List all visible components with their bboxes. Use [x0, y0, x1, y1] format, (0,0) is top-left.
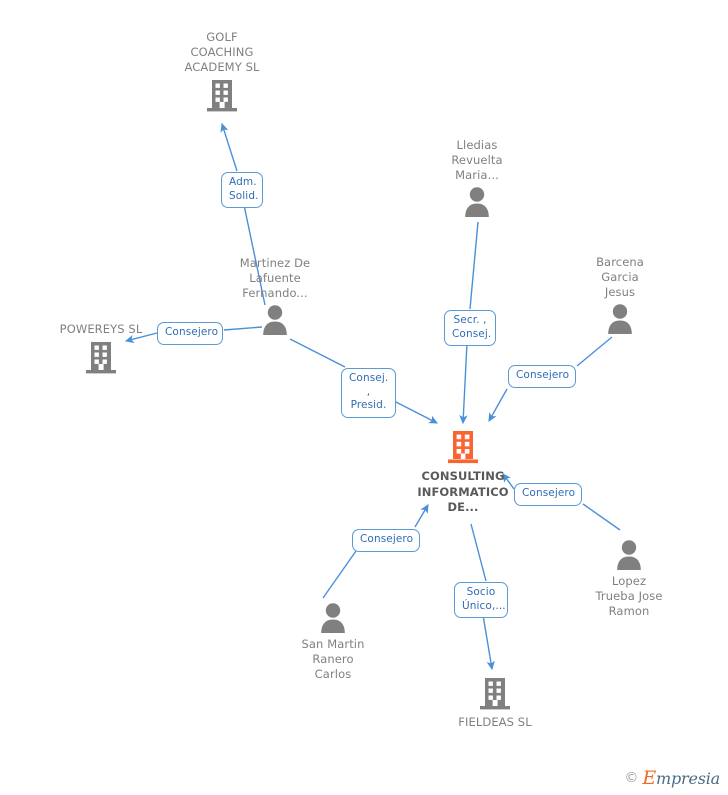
edge-barcena-consejero [576, 336, 613, 367]
relation-chip-consejero-barcena[interactable]: Consejero [508, 365, 576, 388]
brand-rest: mpresia [656, 769, 720, 788]
person-icon [608, 304, 632, 334]
edge-lopez-consejero [582, 503, 621, 531]
node-label: Martinez De Lafuente Fernando... [239, 256, 311, 300]
node-label: San Martin Ranero Carlos [301, 637, 365, 681]
person-icon [617, 540, 641, 570]
building-icon [448, 431, 478, 464]
edge-martinez-consejpresid [289, 338, 346, 368]
relation-chip-consejero-powereys[interactable]: Consejero [157, 322, 223, 345]
node-label: GOLF COACHING ACADEMY SL [184, 30, 260, 74]
edge-sanmartin-consejero [322, 550, 357, 599]
person-icon [465, 187, 489, 217]
edge-sociounico-fieldeas [482, 614, 495, 671]
diagram-canvas: GOLF COACHING ACADEMY SL Lledias Revuelt… [0, 0, 728, 795]
node-san-martin-ranero-carlos[interactable]: San Martin Ranero Carlos [268, 602, 398, 682]
node-powereys-sl[interactable]: POWEREYS SL [36, 322, 166, 376]
node-lledias-revuelta-maria[interactable]: Lledias Revuelta Maria... [412, 138, 542, 218]
node-label: FIELDEAS SL [458, 715, 532, 729]
watermark: © Empresia [624, 767, 720, 789]
node-label: Lledias Revuelta Maria... [451, 138, 503, 182]
person-icon [321, 603, 345, 633]
node-barcena-garcia-jesus[interactable]: Barcena Garcia Jesus [555, 255, 685, 335]
building-icon [86, 342, 116, 374]
building-icon [480, 678, 510, 710]
edge-central-sociounico [470, 523, 487, 582]
relation-chip-consejero-lopez[interactable]: Consejero [514, 483, 582, 506]
node-consulting-informatico-central[interactable]: CONSULTING INFORMATICO DE... [398, 430, 528, 516]
relation-chip-consej-presid[interactable]: Consej. , Presid. [341, 368, 396, 418]
brand-initial: E [642, 767, 656, 789]
edge-consejpresid-central [391, 399, 438, 424]
node-golf-coaching-academy[interactable]: GOLF COACHING ACADEMY SL [157, 30, 287, 114]
edge-secrconsej-central [459, 342, 468, 425]
node-label: CONSULTING INFORMATICO DE... [417, 469, 509, 514]
edge-consejero-central-barcena [488, 388, 508, 422]
node-fieldeas-sl[interactable]: FIELDEAS SL [430, 676, 560, 730]
relation-chip-socio-unico[interactable]: Socio Único,... [454, 582, 508, 618]
relation-chip-consejero-sanmartin[interactable]: Consejero [352, 529, 420, 552]
node-lopez-trueba-jose-ramon[interactable]: Lopez Trueba Jose Ramon [564, 539, 694, 619]
empresia-logo: Empresia [642, 767, 720, 789]
node-martinez-de-lafuente-fernando[interactable]: Martinez De Lafuente Fernando... [210, 256, 340, 336]
relation-chip-secr-consej[interactable]: Secr. , Consej. [444, 310, 496, 346]
edge-admsolid-golf [220, 122, 238, 172]
node-label: Barcena Garcia Jesus [596, 255, 644, 299]
relation-chip-adm-solid[interactable]: Adm. Solid. [221, 172, 263, 208]
node-label: POWEREYS SL [59, 322, 143, 336]
edge-lledias-secrconsej [469, 221, 479, 310]
node-label: Lopez Trueba Jose Ramon [595, 574, 663, 618]
copyright-symbol: © [624, 770, 639, 786]
person-icon [263, 305, 287, 335]
building-icon [207, 80, 237, 112]
